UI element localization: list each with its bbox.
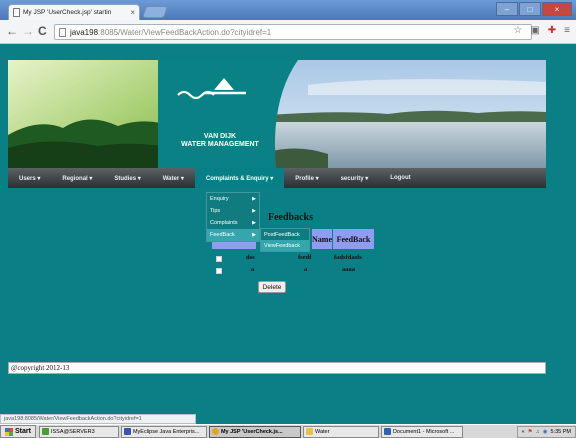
address-bar[interactable]: java198:8085/Water/ViewFeedBackAction.do…	[54, 24, 532, 40]
system-tray: « ⚑ ♫ ◉ 5:35 PM	[516, 425, 576, 438]
menu-users[interactable]: Users ▾	[8, 168, 51, 188]
windows-taskbar: Start ISSA@SERVER3 MyEclipse Java Enterp…	[0, 424, 576, 438]
app-icon	[41, 428, 49, 435]
dropdown-item-complaints[interactable]: Complaints ▶	[207, 217, 259, 229]
tray-expand-icon[interactable]: «	[522, 429, 525, 435]
back-arrow-icon[interactable]: ←	[6, 24, 18, 38]
url-host: java198	[70, 27, 99, 37]
table-cell: a	[251, 266, 255, 273]
tab-close-icon[interactable]: ×	[130, 8, 135, 17]
tray-network-icon[interactable]: ♫	[536, 429, 540, 435]
page-icon	[59, 27, 66, 37]
menu-icon[interactable]: ≡	[564, 25, 570, 36]
row-checkbox[interactable]	[216, 256, 222, 262]
menu-complaints-enquiry[interactable]: Complaints & Enquiry ▾	[194, 168, 285, 188]
menu-profile[interactable]: Profile ▾	[284, 168, 329, 188]
menu-studies[interactable]: Studies ▾	[103, 168, 151, 188]
menu-water[interactable]: Water ▾	[152, 168, 195, 188]
tray-clock: 5:35 PM	[550, 428, 571, 435]
arrow-right-icon: ▶	[252, 208, 256, 214]
start-button[interactable]: Start	[0, 425, 36, 438]
menu-security[interactable]: security ▾	[330, 168, 380, 188]
taskbar-item-issa[interactable]: ISSA@SERVER3	[38, 425, 119, 438]
taskbar-item-document[interactable]: Document1 - Microsoft ...	[380, 425, 463, 438]
forward-arrow-icon[interactable]: →	[22, 24, 34, 38]
table-cell-name: a	[304, 266, 308, 273]
folder-icon	[305, 428, 313, 435]
table-cell: dss	[246, 254, 255, 261]
main-menubar: Users ▾ Regional ▾ Studies ▾ Water ▾ Com…	[8, 168, 546, 188]
minimize-button[interactable]: –	[496, 2, 518, 16]
tab-title: My JSP 'UserCheck.jsp' startin	[23, 9, 112, 16]
window-close-button[interactable]: ×	[542, 2, 572, 16]
windows-logo-icon	[5, 427, 13, 436]
url-path: :8085/Water/ViewFeedBackAction.do?cityid…	[98, 27, 272, 37]
page-icon	[13, 8, 20, 17]
taskbar-item-myeclipse[interactable]: MyEclipse Java Enterpris...	[120, 425, 207, 438]
window-controls: – □ ×	[496, 2, 572, 16]
arrow-right-icon: ▶	[252, 220, 256, 226]
word-icon	[383, 428, 391, 435]
maximize-button[interactable]: □	[519, 2, 541, 16]
dropdown-item-enquiry[interactable]: Enquiry ▶	[207, 193, 259, 205]
taskbar-item-water[interactable]: Water	[302, 425, 379, 438]
tray-flag-icon[interactable]: ⚑	[528, 429, 533, 435]
copyright-footer: @copyright 2012-13	[8, 362, 546, 374]
table-header-feedback-2: FeedBack	[333, 229, 374, 249]
menu-regional[interactable]: Regional ▾	[51, 168, 103, 188]
banner-image	[8, 60, 546, 168]
submenu-view-feedback[interactable]: ViewFeedback	[261, 240, 309, 251]
browser-tab[interactable]: My JSP 'UserCheck.jsp' startin ×	[8, 4, 140, 20]
bookmark-star-icon[interactable]: ☆	[513, 25, 522, 36]
dropdown-item-feedback[interactable]: FeedBack ▶	[207, 229, 259, 241]
taskbar-item-browser[interactable]: My JSP 'UserCheck.js...	[208, 425, 301, 438]
reload-icon[interactable]: C	[38, 24, 47, 38]
toolbar-icons: ☆ ▣ ✚ ≡	[513, 25, 570, 36]
arrow-right-icon: ▶	[252, 196, 256, 202]
browser-titlebar: My JSP 'UserCheck.jsp' startin × – □ ×	[0, 0, 576, 20]
table-cell-feedback: fadsfdasfs	[334, 254, 362, 261]
addon-icon[interactable]: ✚	[548, 25, 556, 36]
status-bar-url: java198:8085/Water/ViewFeedbackAction.do…	[0, 414, 196, 424]
new-tab-button[interactable]	[142, 6, 168, 18]
table-header-name: Name	[312, 229, 332, 249]
submenu-post-feedback[interactable]: PostFeedBack	[261, 229, 309, 240]
arrow-right-icon: ▶	[252, 232, 256, 238]
site-banner: VAN DIJK WATER MANAGEMENT	[8, 60, 546, 168]
feedbacks-heading: Feedbacks	[268, 212, 313, 223]
eclipse-icon	[123, 428, 131, 435]
row-checkbox[interactable]	[216, 268, 222, 274]
tray-volume-icon[interactable]: ◉	[543, 429, 548, 435]
feedback-submenu: PostFeedBack ViewFeedback	[260, 228, 310, 252]
table-cell-name: fsedf	[298, 254, 312, 261]
extension-icon[interactable]: ▣	[530, 25, 539, 36]
complaints-dropdown: Enquiry ▶ Tips ▶ Complaints ▶ FeedBack ▶	[206, 192, 260, 242]
browser-toolbar: ← → C java198:8085/Water/ViewFeedBackAct…	[0, 20, 576, 44]
chrome-icon	[211, 428, 219, 435]
table-cell-feedback: aaaa	[342, 266, 355, 273]
menu-logout[interactable]: Logout	[379, 168, 421, 188]
delete-button[interactable]: Delete	[258, 281, 286, 293]
company-logo-text: VAN DIJK WATER MANAGEMENT	[181, 133, 259, 148]
dropdown-item-tips[interactable]: Tips ▶	[207, 205, 259, 217]
